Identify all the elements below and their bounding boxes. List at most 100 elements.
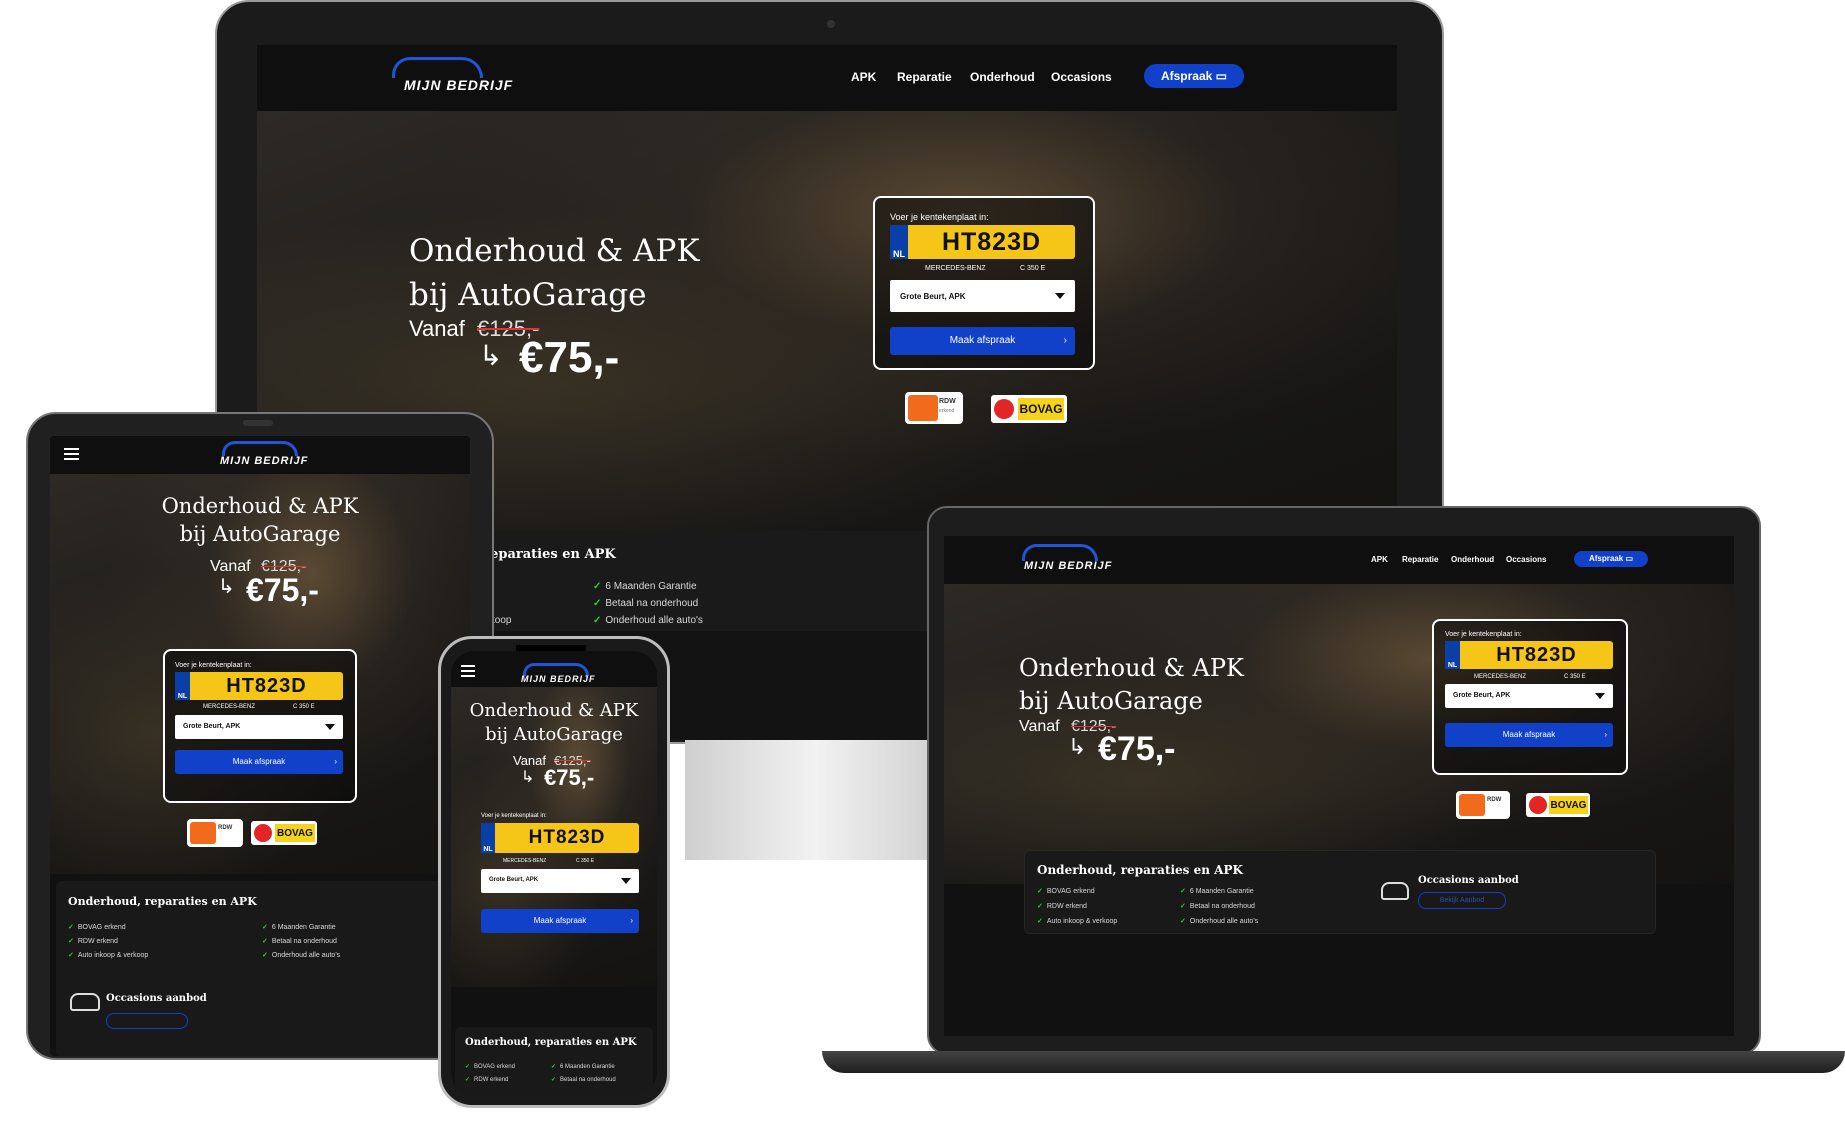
booking-card: Voer je kentekenplaat in: NL HT823D MERC… [1432, 619, 1628, 775]
usp-text: Betaal na onderhoud [1189, 903, 1255, 910]
service-select-value: Grote Beurt, APK [183, 723, 241, 730]
car-model: C 350 E [1020, 265, 1046, 272]
phone-screen: MIJN BEDRIJF Onderhoud & APK bij AutoGar… [451, 651, 657, 1095]
usp-item: ✓ 6 Maanden Garantie [1180, 887, 1254, 895]
bovag-logo-icon [994, 399, 1014, 419]
usp-text: Onderhoud alle auto's [271, 952, 341, 959]
usp-item: ✓ Betaal na onderhoud [551, 1076, 616, 1083]
usp-item: ✓ 6 Maanden Garantie [551, 1063, 615, 1070]
price-prefix: Vanaf [513, 753, 547, 768]
nav-reparatie[interactable]: Reparatie [1402, 555, 1438, 564]
license-plate[interactable]: NL HT823D [1445, 641, 1613, 669]
phone-usp-panel: Onderhoud, reparaties en APK ✓ BOVAG erke… [455, 1027, 653, 1095]
occasions-button[interactable]: Bekijk Aanbod [1418, 892, 1506, 909]
nav-onderhoud[interactable]: Onderhoud [1451, 555, 1494, 564]
usp-item: ✓ Betaal na onderhoud [593, 598, 698, 609]
usp-text: Auto inkoop & verkoop [1046, 918, 1118, 925]
nav-occasions[interactable]: Occasions [1051, 70, 1112, 84]
hero-title: Onderhoud & APK bij AutoGarage [1019, 652, 1244, 718]
check-icon: ✓ [1180, 903, 1186, 910]
tablet-camera [243, 420, 273, 426]
check-icon: ✓ [68, 938, 74, 945]
afspraak-button[interactable]: Afspraak ▭ [1574, 551, 1648, 567]
rdw-badge: RDW [1456, 791, 1510, 819]
nav-onderhoud[interactable]: Onderhoud [970, 70, 1035, 84]
plate-country: NL [890, 225, 908, 259]
check-icon: ✓ [68, 952, 74, 959]
usp-text: 6 Maanden Garantie [605, 581, 697, 592]
bovag-text: BOVAG [275, 824, 315, 842]
service-select[interactable]: Grote Beurt, APK [1445, 684, 1613, 708]
afspraak-label: Afspraak [1588, 554, 1624, 563]
hero-title-line2: bij AutoGarage [485, 724, 623, 745]
usp-text: Betaal na onderhoud [271, 938, 337, 945]
usp-item: ✓ 6 Maanden Garantie [593, 581, 697, 592]
plate-number: HT823D [1496, 644, 1577, 666]
usp-text: Onderhoud alle auto's [605, 615, 703, 626]
usp-item: ✓ RDW erkend [1037, 902, 1087, 910]
hero-title: Onderhoud & APK bij AutoGarage [50, 492, 470, 548]
license-plate[interactable]: NL HT823D [175, 672, 343, 700]
license-plate[interactable]: NL HT823D [890, 225, 1075, 259]
chevron-right-icon: › [1063, 335, 1067, 346]
plate-country: NL [1445, 641, 1460, 669]
hero-title-line2: bij AutoGarage [409, 277, 647, 313]
maak-afspraak-button[interactable]: Maak afspraak › [175, 750, 343, 774]
usp-text: BOVAG erkend [1046, 888, 1095, 895]
laptop-screen: MIJN BEDRIJF APK Reparatie Onderhoud Occ… [944, 536, 1734, 1036]
maak-afspraak-button[interactable]: Maak afspraak › [481, 909, 639, 933]
usp-item: ✓ Onderhoud alle auto's [262, 951, 340, 959]
chevron-down-icon [621, 878, 631, 884]
chevron-right-icon: › [1604, 730, 1607, 739]
usp-item: ✓ 6 Maanden Garantie [262, 923, 336, 931]
bovag-badge: BOVAG [251, 821, 317, 845]
usp-text: RDW erkend [474, 1077, 509, 1083]
bovag-logo-icon [1529, 796, 1547, 814]
bovag-text: BOVAG [1549, 796, 1588, 814]
check-icon: ✓ [551, 1077, 557, 1083]
logo-text[interactable]: MIJN BEDRIJF [220, 455, 308, 467]
tablet-device: MIJN BEDRIJF Onderhoud & APK bij AutoGar… [26, 412, 494, 1060]
logo-text[interactable]: MIJN BEDRIJF [1024, 560, 1112, 572]
maak-afspraak-label: Maak afspraak [1502, 730, 1556, 739]
menu-icon[interactable] [64, 448, 79, 463]
nav-apk[interactable]: APK [851, 70, 876, 84]
plate-country: NL [481, 823, 495, 853]
check-icon: ✓ [1037, 888, 1043, 895]
arrow-icon: ↳ [1068, 734, 1087, 759]
chevron-down-icon [325, 724, 335, 730]
nav-reparatie[interactable]: Reparatie [897, 70, 952, 84]
usp-text: 6 Maanden Garantie [560, 1064, 615, 1070]
logo-text[interactable]: MIJN BEDRIJF [404, 77, 513, 93]
maak-afspraak-button[interactable]: Maak afspraak › [1445, 723, 1613, 747]
hero-title: Onderhoud & APK bij AutoGarage [451, 699, 657, 747]
check-icon: ✓ [593, 615, 602, 626]
usp-text: RDW erkend [77, 938, 118, 945]
nav-occasions[interactable]: Occasions [1506, 555, 1546, 564]
check-icon: ✓ [262, 924, 268, 931]
maak-afspraak-button[interactable]: Maak afspraak › [890, 327, 1075, 355]
afspraak-button[interactable]: Afspraak ▭ [1144, 64, 1244, 88]
bovag-badge: BOVAG [1526, 793, 1590, 817]
license-plate[interactable]: NL HT823D [481, 823, 639, 853]
service-select[interactable]: Grote Beurt, APK [890, 280, 1075, 312]
logo-car-icon [1022, 544, 1098, 561]
usp-item: ✓ RDW erkend [465, 1076, 508, 1083]
service-select[interactable]: Grote Beurt, APK [481, 869, 639, 893]
laptop-navbar: MIJN BEDRIJF APK Reparatie Onderhoud Occ… [944, 536, 1734, 584]
service-select[interactable]: Grote Beurt, APK [175, 715, 343, 739]
phone-device: MIJN BEDRIJF Onderhoud & APK bij AutoGar… [438, 636, 670, 1108]
logo-text[interactable]: MIJN BEDRIJF [521, 674, 596, 684]
check-icon: ✓ [465, 1077, 471, 1083]
maak-afspraak-label: Maak afspraak [533, 916, 587, 925]
tablet-screen: MIJN BEDRIJF Onderhoud & APK bij AutoGar… [50, 436, 470, 1056]
occasions-title: Occasions aanbod [1418, 875, 1519, 886]
check-icon: ✓ [465, 1064, 471, 1070]
nav-apk[interactable]: APK [1371, 555, 1388, 564]
rdw-text: RDW [939, 398, 956, 405]
occasions-button[interactable] [106, 1013, 188, 1029]
car-icon [1381, 882, 1409, 900]
check-icon: ✓ [1180, 888, 1186, 895]
menu-icon[interactable] [461, 665, 475, 680]
hero-title-line1: Onderhoud & APK [469, 700, 639, 721]
